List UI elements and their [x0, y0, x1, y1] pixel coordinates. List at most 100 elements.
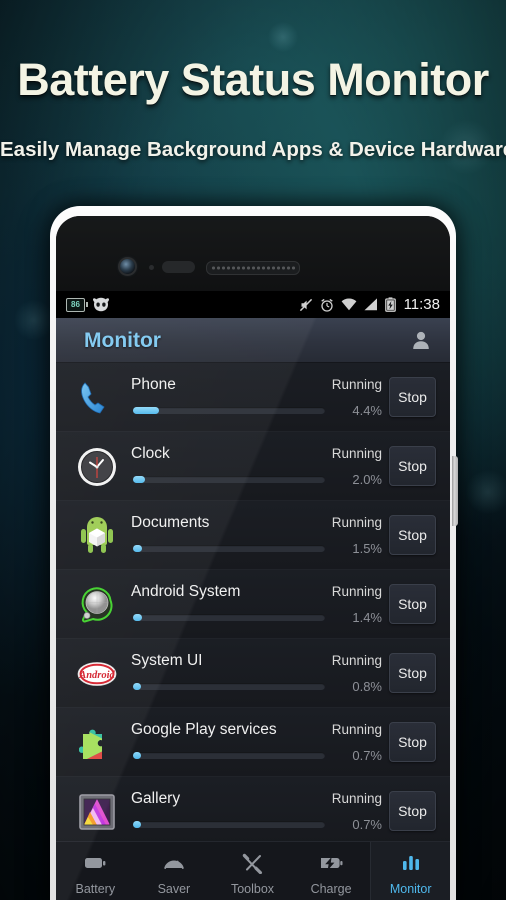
app-name: Documents	[131, 514, 210, 531]
phone-screen: 86 11:38 Monitor Phone Running 4.4% Stop…	[56, 216, 450, 900]
tab-battery[interactable]: Battery	[56, 842, 135, 900]
tab-charge[interactable]: Charge	[292, 842, 371, 900]
cpu-usage-bar-fill	[133, 821, 141, 828]
android-status-bar: 86 11:38	[56, 291, 450, 318]
stop-button[interactable]: Stop	[389, 377, 436, 417]
cpu-usage-bar	[133, 476, 325, 483]
gallery-icon	[75, 790, 119, 834]
cpu-usage-value: 0.7%	[352, 748, 382, 763]
cpu-usage-value: 1.4%	[352, 610, 382, 625]
alarm-icon	[320, 298, 333, 312]
earpiece-grille	[211, 266, 295, 270]
cpu-usage-bar	[133, 821, 325, 828]
stop-button[interactable]: Stop	[389, 515, 436, 555]
clock-icon	[75, 445, 119, 489]
android-system-icon	[75, 583, 119, 627]
app-name: System UI	[131, 652, 203, 669]
stop-button[interactable]: Stop	[389, 584, 436, 624]
tab-label: Charge	[310, 882, 352, 896]
cpu-usage-bar-fill	[133, 752, 141, 759]
cyanogenmod-icon	[93, 297, 109, 312]
phone-top-bezel	[56, 216, 450, 291]
cpu-usage-value: 1.5%	[352, 541, 382, 556]
status-bar-right: 11:38	[299, 291, 440, 318]
signal-icon	[364, 298, 377, 311]
cpu-usage-bar	[133, 614, 325, 621]
cpu-usage-bar	[133, 683, 325, 690]
tab-label: Toolbox	[230, 882, 275, 896]
tab-monitor[interactable]: Monitor	[370, 842, 450, 900]
earpiece-speaker	[206, 261, 300, 275]
promo-screenshot: Battery Status Monitor Easily Manage Bac…	[0, 0, 506, 900]
gauge-icon	[162, 852, 186, 877]
battery-percent-icon: 86	[66, 297, 88, 312]
app-name: Gallery	[131, 790, 181, 807]
cpu-usage-bar	[133, 545, 325, 552]
front-camera-icon	[120, 259, 135, 274]
tab-label: Saver	[157, 882, 191, 896]
cpu-usage-value: 0.8%	[352, 679, 382, 694]
tab-label: Battery	[75, 882, 116, 896]
status-badge: Running	[331, 722, 382, 737]
cpu-usage-value: 2.0%	[352, 472, 382, 487]
cpu-usage-bar-fill	[133, 683, 141, 690]
google-play-services-icon	[75, 721, 119, 765]
table-row[interactable]: Phone Running 4.4% Stop	[56, 363, 450, 432]
table-row[interactable]: Clock Running 2.0% Stop	[56, 432, 450, 501]
stop-button[interactable]: Stop	[389, 446, 436, 486]
promo-title: Battery Status Monitor	[17, 54, 489, 105]
app-name: Phone	[131, 376, 176, 393]
phone-icon	[75, 376, 119, 420]
status-bar-left: 86	[66, 291, 110, 318]
cpu-usage-bar-fill	[133, 545, 142, 552]
android-documents-icon	[75, 514, 119, 558]
running-apps-list[interactable]: Phone Running 4.4% Stop Clock Running 2.…	[56, 363, 450, 865]
stop-button[interactable]: Stop	[389, 722, 436, 762]
cpu-usage-value: 4.4%	[352, 403, 382, 418]
person-icon[interactable]	[410, 329, 432, 351]
cpu-usage-bar	[133, 407, 325, 414]
status-badge: Running	[331, 377, 382, 392]
table-row[interactable]: Gallery Running 0.7% Stop	[56, 777, 450, 846]
stop-button[interactable]: Stop	[389, 791, 436, 831]
bars-icon	[399, 852, 423, 877]
app-bar: Monitor	[56, 318, 450, 363]
cpu-usage-bar	[133, 752, 325, 759]
page-title: Monitor	[84, 329, 161, 352]
battery-charging-icon	[384, 297, 396, 312]
status-badge: Running	[331, 515, 382, 530]
app-window: Monitor Phone Running 4.4% Stop Clock Ru…	[56, 318, 450, 900]
svg-text:Android: Android	[78, 670, 115, 681]
status-badge: Running	[331, 791, 382, 806]
phone-device: 86 11:38 Monitor Phone Running 4.4% Stop…	[50, 206, 458, 900]
proximity-sensor-icon	[149, 265, 154, 270]
cpu-usage-bar-fill	[133, 476, 145, 483]
table-row[interactable]: Android System UI Running 0.8% Stop	[56, 639, 450, 708]
tab-toolbox[interactable]: Toolbox	[213, 842, 292, 900]
table-row[interactable]: Google Play services Running 0.7% Stop	[56, 708, 450, 777]
cpu-usage-bar-fill	[133, 407, 159, 414]
promo-subtitle: Easily Manage Background Apps & Device H…	[0, 138, 506, 161]
app-name: Clock	[131, 445, 170, 462]
android-kitkat-icon: Android	[75, 652, 119, 696]
app-name: Android System	[131, 583, 241, 600]
app-name: Google Play services	[131, 721, 277, 738]
table-row[interactable]: Documents Running 1.5% Stop	[56, 501, 450, 570]
cpu-usage-value: 0.7%	[352, 817, 382, 832]
battery-icon	[83, 852, 107, 877]
cpu-usage-bar-fill	[133, 614, 142, 621]
tab-saver[interactable]: Saver	[135, 842, 214, 900]
table-row[interactable]: Android System Running 1.4% Stop	[56, 570, 450, 639]
status-badge: Running	[331, 584, 382, 599]
status-badge: Running	[331, 446, 382, 461]
charge-icon	[319, 852, 343, 877]
tools-icon	[240, 852, 264, 877]
wifi-icon	[341, 298, 356, 311]
stop-button[interactable]: Stop	[389, 653, 436, 693]
volume-button	[452, 456, 458, 526]
tab-label: Monitor	[389, 882, 432, 896]
status-badge: Running	[331, 653, 382, 668]
status-bar-clock: 11:38	[403, 296, 440, 313]
mute-icon	[299, 298, 312, 311]
bottom-navigation[interactable]: Battery Saver Toolbox Charge Monitor	[56, 841, 450, 900]
